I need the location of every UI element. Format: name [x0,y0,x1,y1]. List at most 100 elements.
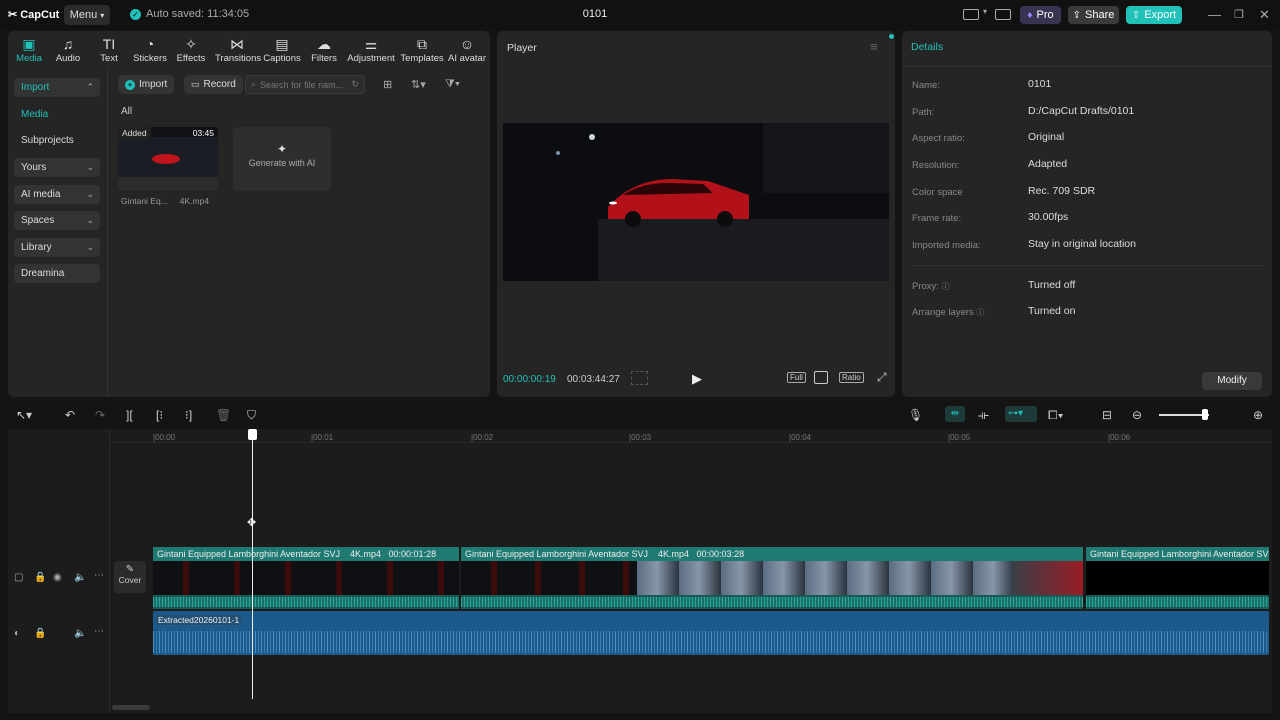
sidebar-item-ai-media[interactable]: AI media ⌄ [14,185,100,204]
sidebar-item-import[interactable]: Import ⌃ [14,78,100,97]
pro-label: Pro [1036,9,1054,21]
undo-icon[interactable]: ↶ [65,408,75,422]
preview-axis-icon[interactable]: ⧠▾ [1048,408,1063,423]
sidebar-item-media[interactable]: Media [21,109,48,120]
tab-ai-avatar[interactable]: ☺ AI avatar [445,35,489,64]
sticker-icon: ◔ [145,36,155,52]
maximize-icon[interactable]: ❐ [1234,8,1244,21]
tab-stickers[interactable]: ◔ Stickers [129,35,171,64]
hamburger-menu-icon[interactable]: ≡ [870,39,878,54]
zoom-fit-timeline-icon[interactable]: ⊟ [1102,408,1112,422]
trim-right-icon[interactable]: ⁝] [185,408,192,422]
waveform-icon[interactable] [631,371,648,385]
fullscreen-icon[interactable]: ⤢ [877,370,887,385]
sidebar-item-subprojects[interactable]: Subprojects [21,135,74,146]
share-button[interactable]: ⇪ Share [1068,6,1119,24]
modify-button[interactable]: Modify [1202,372,1262,390]
horizontal-scrollbar[interactable] [112,705,150,710]
media-thumbnail[interactable]: Added 03:45 [118,127,218,191]
tab-captions[interactable]: ▤ Captions [261,35,303,64]
info-icon[interactable]: ⓘ [976,308,984,317]
minimize-icon[interactable]: — [1208,7,1221,22]
sidebar-item-dreamina[interactable]: Dreamina [14,264,100,283]
video-preview[interactable] [503,123,889,281]
video-clip-header[interactable]: Gintani Equipped Lamborghini Aventador S… [1086,547,1269,561]
search-input[interactable]: ⌕ Search for file nam... ↻ [245,75,365,94]
snap-icon[interactable]: ⟛ [978,408,989,423]
sidebar-item-library[interactable]: Library ⌄ [14,238,100,257]
chevron-down-icon[interactable]: ▾ [983,7,987,16]
zoom-fit-icon[interactable] [814,371,828,384]
video-clip[interactable] [461,561,1083,609]
tab-audio[interactable]: ♫ Audio [47,35,89,64]
generate-with-ai-label: Generate with AI [248,158,316,168]
tab-adjustment[interactable]: ⚌ Adjustment [347,35,395,64]
split-icon[interactable]: ][ [126,408,133,422]
record-button[interactable]: ▭ Record [184,75,243,94]
keyboard-icon[interactable] [995,9,1011,20]
autosave-status: ✓ Auto saved: 11:34:05 [130,8,249,20]
tab-transitions[interactable]: ⋈ Transitions [215,35,261,64]
volume-icon[interactable]: 🔈 [74,572,86,583]
zoom-out-icon[interactable]: ⊖ [1132,408,1142,422]
magnet-link-icon[interactable]: ⇹ [945,406,965,422]
clip-duration: 00:00:03:28 [696,549,745,559]
zoom-in-icon[interactable]: ⊕ [1253,408,1263,422]
filter-icon[interactable]: ⧩▾ [445,78,460,91]
microphone-icon[interactable]: 🎙 [908,408,923,422]
tab-templates[interactable]: ⧉ Templates [399,35,445,64]
refresh-icon[interactable]: ↻ [351,79,359,90]
video-clip-header[interactable]: Gintani Equipped Lamborghini Aventador S… [153,547,459,561]
clip-file: 4K.mp4 [349,549,382,559]
zoom-slider-handle[interactable] [1202,409,1208,420]
trim-left-icon[interactable]: [⁝ [156,408,163,422]
audio-clip[interactable]: Extracted20260101-1 [153,611,1269,655]
ratio-button[interactable]: Ratio [839,372,864,383]
filter-all-label[interactable]: All [121,106,132,117]
detail-value: Turned off [1028,279,1076,291]
detail-label: Path: [912,107,935,118]
layout-icon[interactable] [963,9,979,20]
select-cursor-icon[interactable]: ↖▾ [16,408,32,422]
cover-button[interactable]: ✎ Cover [114,561,146,593]
more-icon[interactable]: ⋯ [94,570,104,581]
detail-value: D:/CapCut Drafts/0101 [1028,105,1135,117]
export-button[interactable]: ⇧ Export [1126,6,1182,24]
playhead-handle[interactable] [248,429,257,440]
generate-with-ai-button[interactable]: ✦ Generate with AI [233,127,331,191]
pro-button[interactable]: ♦ Pro [1020,6,1061,24]
chevron-down-icon: ⌄ [86,242,94,252]
playhead[interactable] [252,431,253,699]
sort-icon[interactable]: ⇅▾ [411,78,426,91]
import-button[interactable]: + Import [118,75,175,94]
menu-button[interactable]: Menu ▾ [64,5,110,25]
video-clip-header[interactable]: Gintani Equipped Lamborghini Aventador S… [461,547,1083,561]
full-quality-button[interactable]: Full [787,372,806,383]
ruler-label: |00:06 [1108,433,1131,442]
pencil-icon: ✎ [125,564,135,575]
view-toggle-icon[interactable]: ⊞ [383,78,392,91]
close-icon[interactable]: ✕ [1259,7,1270,23]
linkage-icon[interactable]: ⊶▾ [1005,406,1037,422]
tab-text[interactable]: TI Text [88,35,130,64]
tab-filters[interactable]: ☁ Filters [303,35,345,64]
tab-media[interactable]: ▣ Media [8,35,50,64]
tab-effects[interactable]: ✧ Effects [170,35,212,64]
video-clip[interactable] [153,561,459,609]
info-icon[interactable]: ⓘ [942,282,950,291]
play-icon[interactable]: ▶ [692,371,702,387]
redo-icon[interactable]: ↷ [95,408,105,422]
sidebar-item-yours[interactable]: Yours ⌄ [14,158,100,177]
video-clip[interactable] [1086,561,1269,609]
chevron-down-icon: ⌄ [86,215,94,225]
volume-icon[interactable]: 🔈 [74,628,86,639]
lock-icon[interactable]: 🔒 [34,572,46,583]
timeline[interactable]: |00:00 |00:01 |00:02 |00:03 |00:04 |00:0… [8,429,1272,713]
sidebar-item-spaces[interactable]: Spaces ⌄ [14,211,100,230]
sidebar-item-label: Spaces [21,215,55,226]
delete-icon[interactable]: 🗑 [216,408,231,422]
lock-icon[interactable]: 🔒 [34,628,46,639]
marker-icon[interactable]: ⛉ [247,408,256,423]
more-icon[interactable]: ⋯ [94,626,104,637]
eye-icon[interactable]: ◉ [53,572,62,583]
